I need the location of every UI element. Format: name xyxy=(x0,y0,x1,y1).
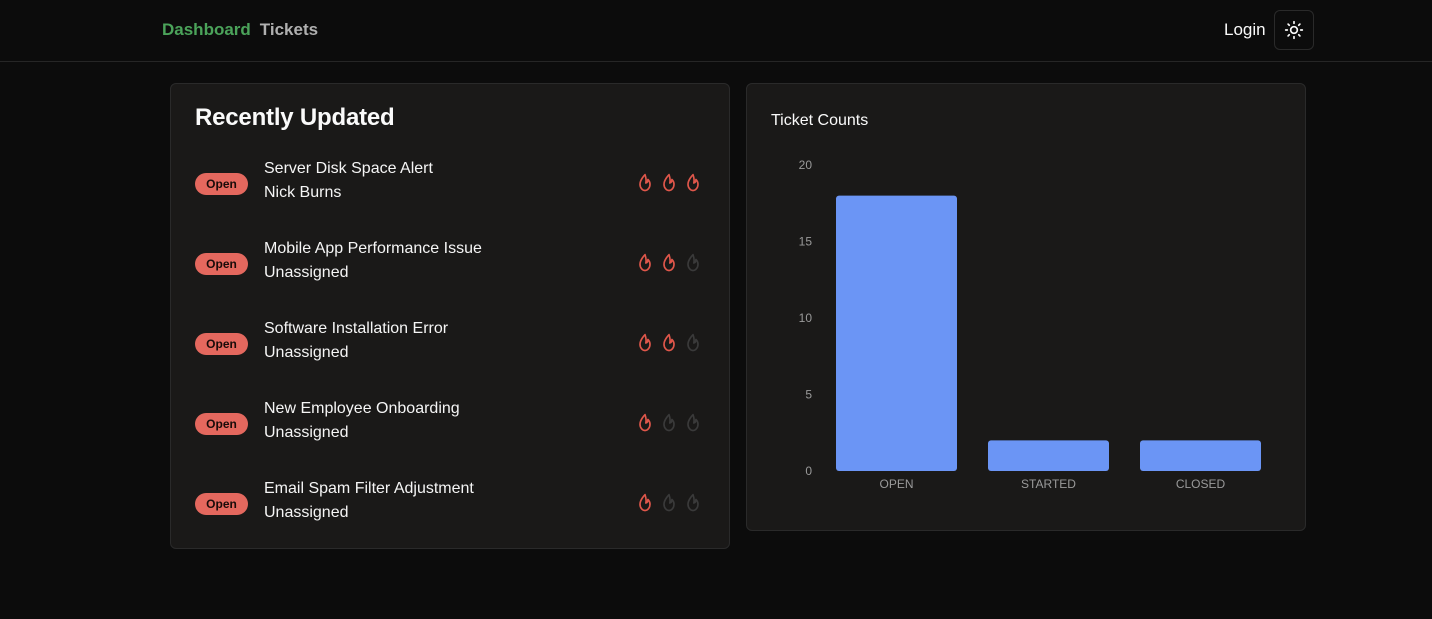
flame-icon xyxy=(663,173,675,192)
flame-icon xyxy=(663,333,675,352)
ticket-row[interactable]: Open Email Spam Filter Adjustment Unassign… xyxy=(195,480,705,530)
flame-icon xyxy=(687,253,699,272)
priority-flames xyxy=(635,491,703,515)
bar-closed[interactable] xyxy=(1140,440,1261,471)
flame-icon xyxy=(639,173,651,192)
bar-started[interactable] xyxy=(988,440,1109,471)
ticket-assignee: Nick Burns xyxy=(264,184,342,201)
flame-icon xyxy=(687,413,699,432)
flame-icon xyxy=(663,413,675,432)
recently-updated-card: Recently Updated Open Server Disk Space A… xyxy=(170,83,730,549)
x-tick-label: OPEN xyxy=(879,477,913,491)
ticket-assignee: Unassigned xyxy=(264,424,349,441)
ticket-assignee: Unassigned xyxy=(264,504,349,521)
nav-tickets-link[interactable]: Tickets xyxy=(260,20,318,40)
flame-icon xyxy=(639,253,651,272)
priority-flames xyxy=(635,251,703,275)
ticket-counts-chart: 0 5 10 15 20 OPEN STARTED CLOSED xyxy=(799,158,1261,491)
x-tick-label: CLOSED xyxy=(1176,477,1226,491)
flame-icon xyxy=(687,333,699,352)
ticket-row[interactable]: Open New Employee Onboarding Unassigned xyxy=(195,400,705,450)
ticket-row[interactable]: Open Server Disk Space Alert Nick Burns xyxy=(195,160,705,210)
priority-flames xyxy=(635,411,703,435)
status-badge: Open xyxy=(195,413,248,435)
recently-updated-title: Recently Updated xyxy=(195,104,395,131)
ticket-row[interactable]: Open Software Installation Error Unassigne… xyxy=(195,320,705,370)
y-tick-label: 5 xyxy=(805,388,812,402)
y-tick-label: 0 xyxy=(805,464,812,478)
ticket-title[interactable]: Software Installation Error xyxy=(264,320,448,338)
x-tick-label: STARTED xyxy=(1021,477,1076,491)
status-badge: Open xyxy=(195,493,248,515)
ticket-title[interactable]: Email Spam Filter Adjustment xyxy=(264,480,474,498)
nav-dashboard-link[interactable]: Dashboard xyxy=(162,20,251,40)
flame-icon xyxy=(663,253,675,272)
top-navbar: Dashboard Tickets Login xyxy=(0,0,1432,62)
main-nav: Dashboard Tickets xyxy=(162,20,318,40)
login-link[interactable]: Login xyxy=(1224,20,1266,40)
y-tick-label: 15 xyxy=(799,235,813,249)
flame-icon xyxy=(639,333,651,352)
status-badge: Open xyxy=(195,253,248,275)
ticket-title[interactable]: New Employee Onboarding xyxy=(264,400,460,418)
flame-icon xyxy=(687,173,699,192)
priority-flames xyxy=(635,171,703,195)
ticket-title[interactable]: Mobile App Performance Issue xyxy=(264,240,482,258)
flame-icon xyxy=(663,493,675,512)
y-tick-label: 10 xyxy=(799,311,813,325)
bar-open[interactable] xyxy=(836,195,957,471)
theme-toggle-button[interactable] xyxy=(1274,10,1314,50)
ticket-row[interactable]: Open Mobile App Performance Issue Unassign… xyxy=(195,240,705,290)
flame-icon xyxy=(639,413,651,432)
priority-flames xyxy=(635,331,703,355)
status-badge: Open xyxy=(195,173,248,195)
y-tick-label: 20 xyxy=(799,158,813,172)
ticket-counts-card: Ticket Counts 0 5 10 15 20 OPEN STARTED CLOSED xyxy=(746,83,1306,531)
ticket-title[interactable]: Server Disk Space Alert xyxy=(264,160,433,178)
flame-icon xyxy=(687,493,699,512)
sun-icon xyxy=(1284,20,1304,40)
ticket-assignee: Unassigned xyxy=(264,264,349,281)
status-badge: Open xyxy=(195,333,248,355)
flame-icon xyxy=(639,493,651,512)
ticket-assignee: Unassigned xyxy=(264,344,349,361)
